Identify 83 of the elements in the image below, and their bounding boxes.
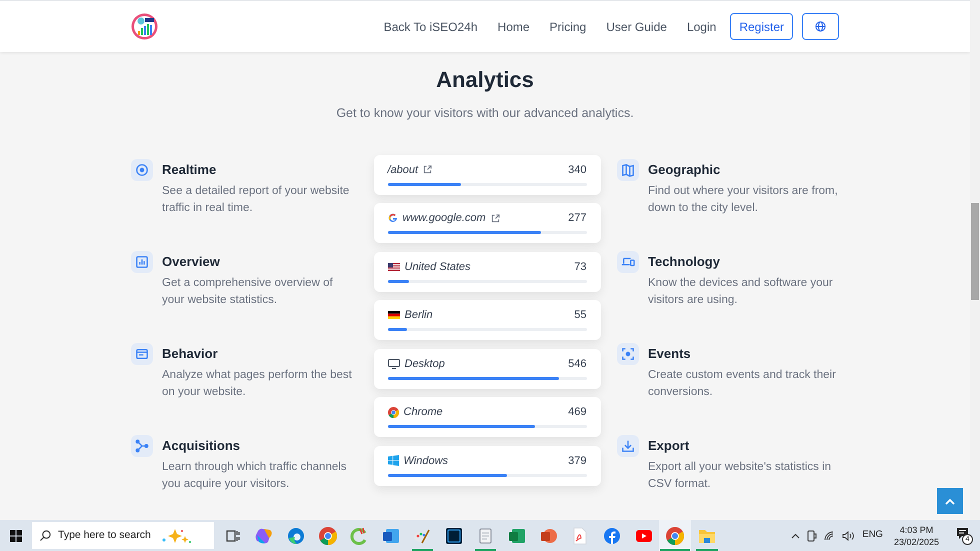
- feature-title: Events: [648, 344, 692, 363]
- nav-link[interactable]: Back To iSEO24h: [374, 18, 488, 36]
- feature-title: Realtime: [162, 160, 218, 179]
- register-button[interactable]: Register: [730, 13, 793, 40]
- branch-icon: [131, 434, 153, 457]
- nav-link[interactable]: User Guide: [596, 18, 677, 36]
- window-icon: [131, 342, 153, 365]
- scroll-top-button[interactable]: [937, 488, 963, 514]
- feature-title: Acquisitions: [162, 436, 242, 455]
- youtube-app-icon[interactable]: [634, 528, 653, 542]
- nav-link[interactable]: Login: [676, 18, 726, 36]
- download-icon: [617, 434, 639, 457]
- feature-description: Export all your website's statistics in CSV format.: [648, 460, 832, 492]
- feature-title: Technology: [648, 252, 721, 271]
- taskbar-search-field[interactable]: Type here to search: [32, 522, 214, 549]
- task-view-icon[interactable]: [226, 528, 240, 542]
- german-flag-icon: [388, 311, 400, 320]
- photoshop-app-icon[interactable]: [444, 526, 463, 544]
- stat-label: www.google.com: [402, 211, 486, 226]
- chrome-logo-icon: [388, 406, 398, 418]
- scrollbar-thumb[interactable]: [971, 203, 979, 300]
- section-title: Analytics: [436, 66, 534, 94]
- paint-app-icon[interactable]: [413, 526, 432, 544]
- windows-logo-icon: [388, 455, 398, 466]
- feature-title: Export: [648, 436, 690, 455]
- stat-label: /about: [388, 162, 418, 178]
- globe-icon: [815, 21, 826, 32]
- cleaner-app-icon[interactable]: [350, 526, 368, 544]
- excel-app-icon[interactable]: [508, 526, 526, 544]
- feature-title: Behavior: [162, 344, 219, 363]
- feature-description: Get a comprehensive overview of your website statistics.: [162, 276, 334, 308]
- language-button[interactable]: [802, 13, 839, 40]
- devices-icon: [617, 250, 639, 273]
- search-icon: [40, 530, 51, 541]
- stat-value: 340: [568, 162, 586, 178]
- word-app-icon[interactable]: [382, 526, 400, 544]
- stat-label: Windows: [404, 454, 448, 468]
- windows-start-icon[interactable]: [10, 530, 22, 542]
- section-subtitle: Get to know your visitors with our advanced analytics.: [336, 105, 634, 122]
- chevron-up-icon: [945, 498, 955, 504]
- edge-app-icon[interactable]: [286, 526, 305, 544]
- stat-label: Desktop: [404, 356, 445, 372]
- stat-label: Berlin: [404, 308, 433, 323]
- powerpoint-app-icon[interactable]: [540, 526, 558, 544]
- chevron-up-icon[interactable]: [791, 532, 800, 538]
- feature-description: Learn through which traffic channels you acquire your visitors.: [162, 460, 348, 492]
- google-logo-icon: [388, 213, 398, 224]
- copilot-app-icon[interactable]: [255, 526, 274, 544]
- speaker-icon[interactable]: [842, 530, 856, 540]
- wifi-icon[interactable]: [824, 530, 836, 540]
- nav-link[interactable]: Home: [488, 18, 540, 36]
- stat-value: 379: [568, 454, 586, 468]
- clock-date[interactable]: 23/02/2025: [894, 536, 939, 548]
- feature-description: Know the devices and software your visitors are using.: [648, 276, 834, 308]
- stat-label: United States: [404, 260, 471, 274]
- map-icon: [617, 158, 639, 181]
- us-flag-icon: [388, 262, 400, 271]
- logo-icon[interactable]: [131, 13, 158, 40]
- stat-value: 73: [574, 260, 586, 274]
- feature-description: See a detailed report of your website traffic in real time.: [162, 184, 350, 216]
- stat-label: Chrome: [404, 405, 443, 420]
- stat-value: 55: [574, 308, 586, 323]
- feature-title: Geographic: [648, 160, 722, 179]
- stat-value: 469: [568, 405, 586, 420]
- clock-time[interactable]: 4:03 PM: [900, 524, 934, 536]
- facebook-app-icon[interactable]: [602, 526, 621, 544]
- stat-value: 277: [568, 211, 586, 226]
- focus-icon: [617, 342, 639, 365]
- feature-description: Analyze what pages perform the best on your website.: [162, 368, 353, 400]
- phone-link-icon[interactable]: [807, 530, 818, 542]
- chart-icon: [131, 250, 153, 273]
- stat-value: 546: [568, 356, 586, 372]
- language-indicator[interactable]: ENG: [862, 528, 883, 543]
- nav-link[interactable]: Pricing: [540, 18, 596, 36]
- feature-description: Create custom events and track their conversions.: [648, 368, 837, 400]
- feature-description: Find out where your visitors are from, down to the city level.: [648, 184, 839, 216]
- chrome-app-icon[interactable]: [318, 526, 337, 544]
- pdf-app-icon[interactable]: [571, 526, 590, 544]
- chrome-app-icon[interactable]: [666, 526, 684, 544]
- target-icon: [131, 158, 153, 181]
- monitor-icon: [388, 358, 400, 369]
- scrollbar[interactable]: [970, 0, 980, 520]
- feature-title: Overview: [162, 252, 221, 271]
